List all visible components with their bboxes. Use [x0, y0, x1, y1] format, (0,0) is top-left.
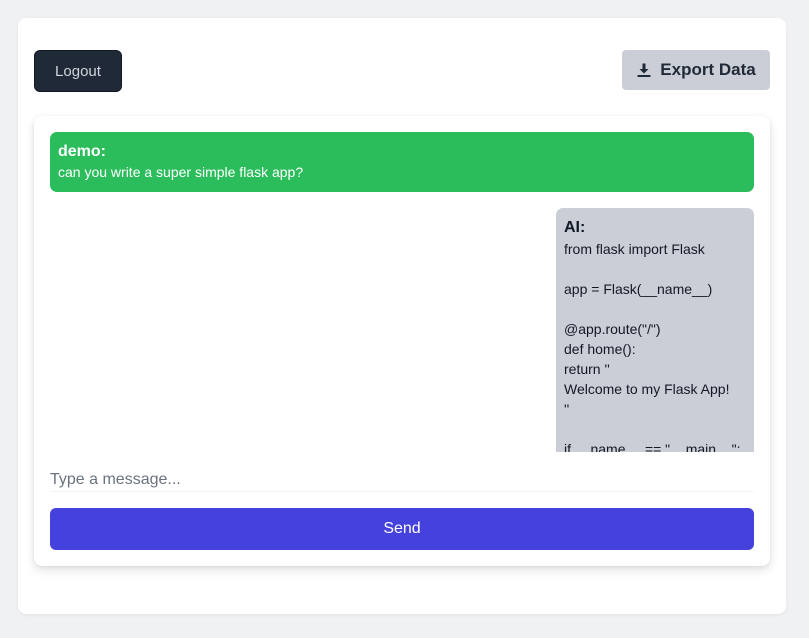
export-data-button[interactable]: Export Data [622, 50, 770, 90]
message-sender: demo: [58, 143, 106, 160]
export-data-label: Export Data [660, 60, 756, 79]
message-line: '' [564, 401, 570, 417]
message-list[interactable]: demo: can you write a super simple flask… [50, 132, 754, 452]
send-button[interactable]: Send [50, 508, 754, 550]
message-line: from flask import Flask [564, 241, 705, 257]
message-line: Welcome to my Flask App! [564, 381, 730, 397]
message-line [564, 299, 746, 319]
message-line: return '' [564, 361, 610, 377]
message-line: app = Flask(__name__) [564, 281, 713, 297]
ai-message: AI: from flask import Flask app = Flask(… [556, 208, 754, 452]
message-line [564, 259, 746, 279]
message-line: if __name__ == "__main__": [564, 441, 741, 452]
ai-message-content: from flask import Flask app = Flask(__na… [564, 239, 746, 452]
message-input[interactable] [50, 468, 754, 492]
chat-panel: demo: can you write a super simple flask… [34, 116, 770, 566]
message-text: can you write a super simple flask app? [58, 164, 304, 180]
user-message: demo: can you write a super simple flask… [50, 132, 754, 192]
message-line: @app.route("/") [564, 321, 661, 337]
message-sender: AI: [564, 219, 586, 236]
logout-button[interactable]: Logout [34, 50, 122, 92]
download-icon [636, 62, 652, 78]
message-line [564, 419, 746, 439]
message-line: def home(): [564, 341, 636, 357]
